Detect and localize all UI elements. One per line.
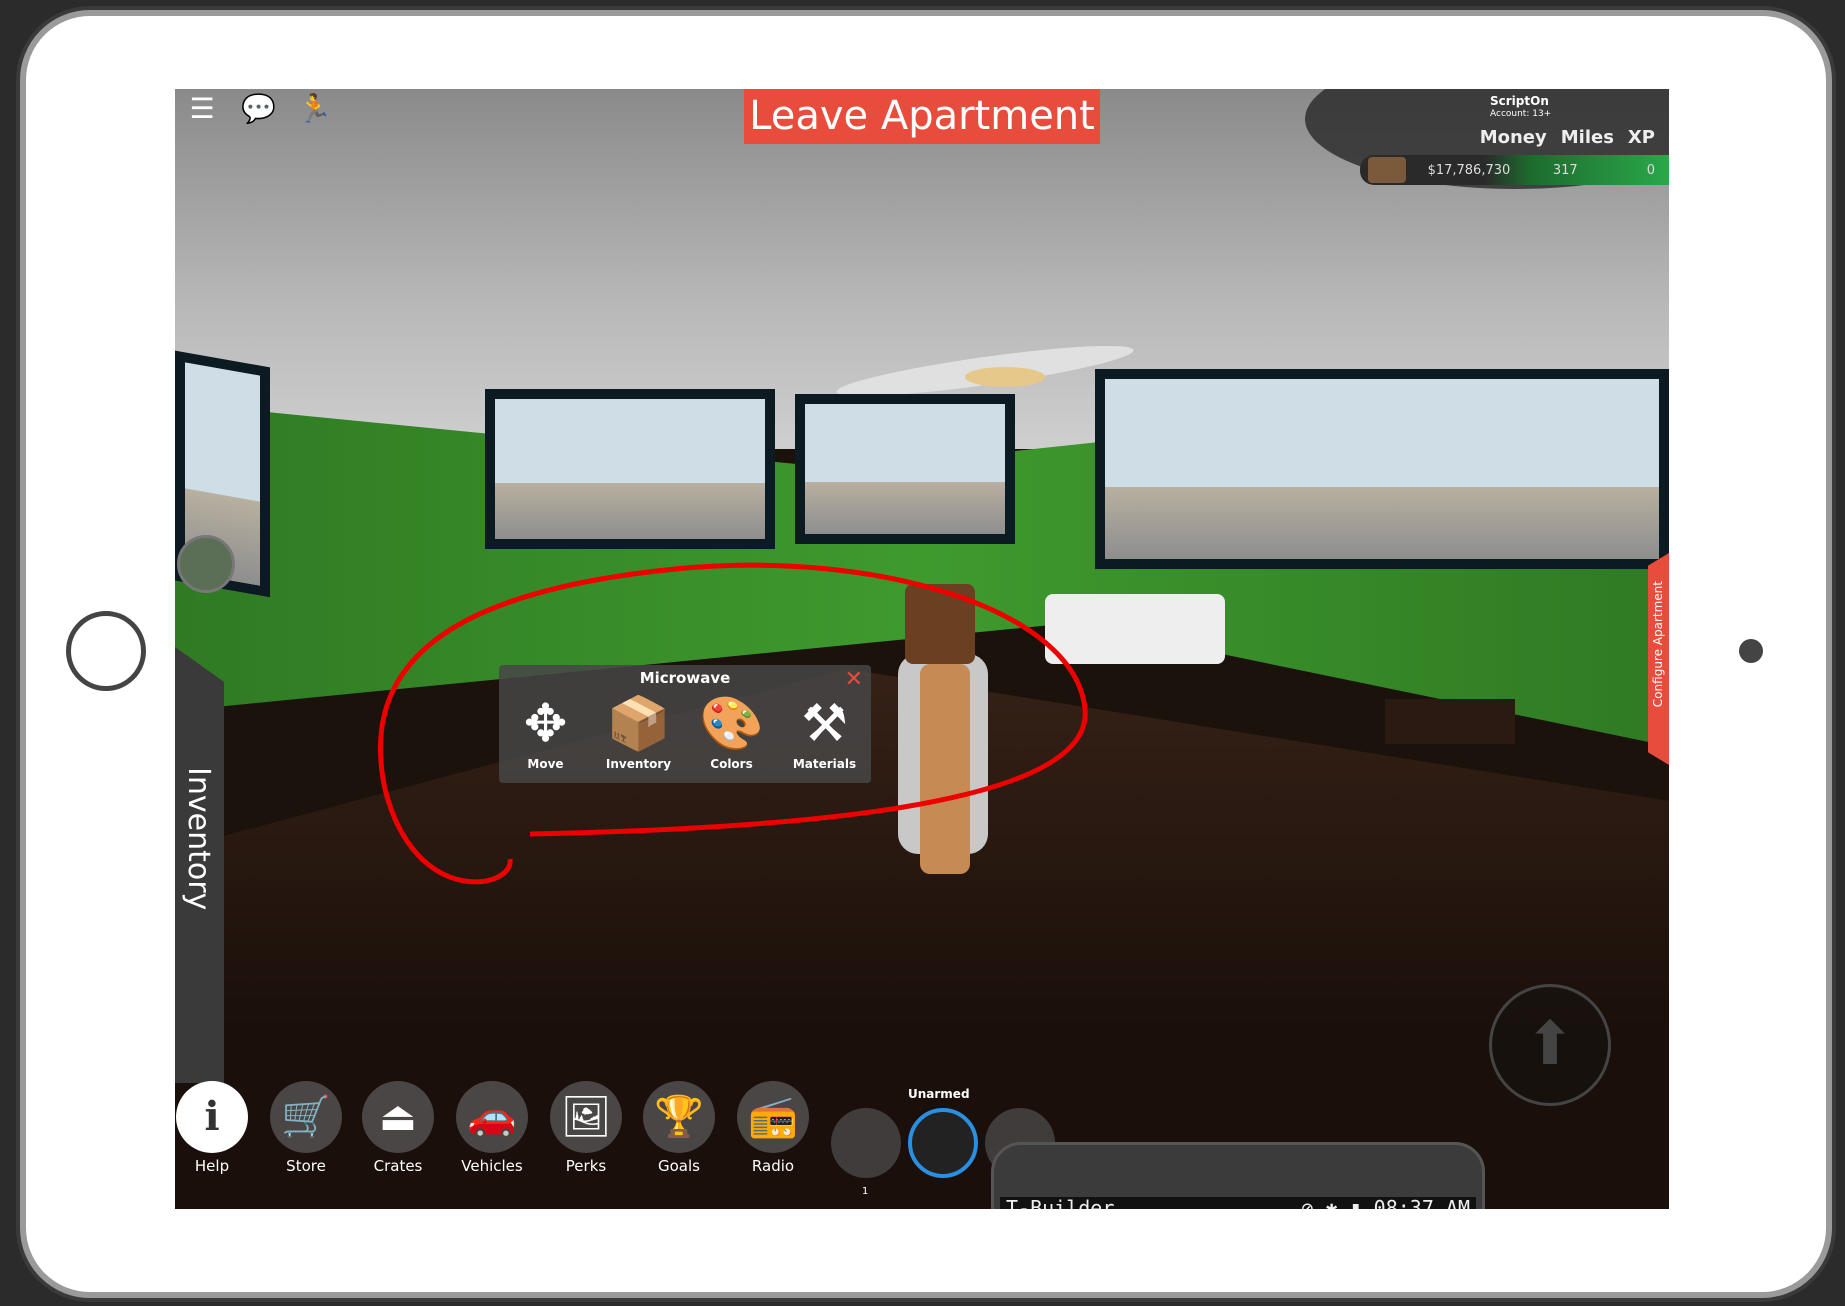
window bbox=[485, 389, 775, 549]
camera-dot bbox=[1739, 639, 1763, 663]
window bbox=[795, 394, 1015, 544]
toolbar-label: Goals bbox=[658, 1157, 700, 1175]
hotbar-slot-1[interactable] bbox=[831, 1108, 901, 1178]
inventory-tab-label: Inventory bbox=[181, 767, 216, 911]
configure-apartment-tab[interactable]: Configure Apartment bbox=[1648, 553, 1669, 765]
xp-value: 0 bbox=[1646, 162, 1656, 178]
help-button[interactable]: ℹ Help bbox=[175, 1081, 257, 1175]
toolbar-label: Store bbox=[286, 1157, 326, 1175]
emote-icon[interactable]: 🏃 bbox=[297, 92, 332, 125]
tools-icon: ⚒ bbox=[801, 694, 848, 754]
clock-time: 08:37 AM bbox=[1373, 1196, 1470, 1209]
box-icon: 📦 bbox=[606, 694, 671, 754]
toolbar-label: Radio bbox=[751, 1157, 795, 1175]
radio-button[interactable]: 📻 Radio bbox=[728, 1081, 818, 1175]
tool-label: Materials bbox=[792, 757, 857, 771]
player-thumbnail bbox=[1368, 157, 1406, 183]
toolbar-label: Vehicles bbox=[461, 1157, 523, 1175]
trophy-icon: 🏆 bbox=[643, 1081, 715, 1153]
slot-number: 1 bbox=[862, 1186, 869, 1197]
vehicles-button[interactable]: 🚗 Vehicles bbox=[447, 1081, 537, 1175]
account-age: Account: 13+ bbox=[1490, 109, 1552, 119]
home-button[interactable] bbox=[66, 611, 146, 691]
account-info: ScriptOn Account: 13+ bbox=[1490, 95, 1551, 121]
panel-title: Microwave bbox=[639, 669, 731, 687]
stats-bar: $17,786,730 317 0 bbox=[1360, 155, 1669, 185]
window bbox=[1095, 369, 1669, 569]
materials-button[interactable]: ⚒ Materials bbox=[782, 691, 867, 771]
player-avatar bbox=[890, 584, 990, 879]
sofa[interactable] bbox=[1045, 594, 1225, 664]
toolbar-label: Crates bbox=[373, 1157, 423, 1175]
car-icon: 🚗 bbox=[456, 1081, 528, 1153]
store-button[interactable]: 🛒 Store bbox=[261, 1081, 351, 1175]
miles-header: Miles bbox=[1560, 127, 1614, 148]
carrier-name: T-Builder bbox=[1006, 1196, 1115, 1209]
menu-icon[interactable]: ☰ bbox=[185, 92, 219, 125]
miles-value: 317 bbox=[1552, 162, 1578, 178]
toolbar-label: Help bbox=[194, 1157, 230, 1175]
tool-label: Inventory bbox=[605, 757, 672, 771]
cart-icon: 🛒 bbox=[270, 1081, 342, 1153]
palette-icon: 🎨 bbox=[699, 694, 764, 754]
xp-header: XP bbox=[1627, 127, 1655, 148]
toolbar-label: Perks bbox=[565, 1157, 607, 1175]
tool-label: Move bbox=[527, 757, 564, 771]
inventory-tab[interactable]: Inventory bbox=[175, 647, 224, 1083]
money-header: Money bbox=[1479, 127, 1547, 148]
perks-button[interactable]: 🖼 Perks bbox=[541, 1081, 631, 1175]
account-name: ScriptOn bbox=[1490, 94, 1549, 108]
microwave-panel: Microwave ✕ ✥ Move 📦 Inventory 🎨 Colors ⚒ Ma… bbox=[499, 665, 871, 783]
close-icon[interactable]: ✕ bbox=[845, 667, 863, 692]
fan-light bbox=[965, 367, 1045, 387]
inventory-button[interactable]: 📦 Inventory bbox=[596, 691, 681, 771]
colors-button[interactable]: 🎨 Colors bbox=[689, 691, 774, 771]
money-value: $17,786,730 bbox=[1427, 162, 1511, 178]
configure-tab-label: Configure Apartment bbox=[1651, 581, 1665, 708]
move-icon: ✥ bbox=[523, 694, 568, 754]
unarmed-label: Unarmed bbox=[908, 1087, 970, 1101]
picture-icon: 🖼 bbox=[550, 1081, 622, 1153]
game-viewport[interactable]: ☰ 💬 🏃 Leave Apartment ScriptOn Account: 1… bbox=[175, 89, 1669, 1209]
minimap-bubble[interactable] bbox=[177, 535, 235, 593]
leave-apartment-button[interactable]: Leave Apartment bbox=[744, 89, 1100, 144]
move-button[interactable]: ✥ Move bbox=[503, 691, 588, 771]
goals-button[interactable]: 🏆 Goals bbox=[634, 1081, 724, 1175]
status-icons: ⊘ ✱ ▮ bbox=[1301, 1196, 1362, 1209]
tool-label: Colors bbox=[710, 757, 753, 771]
info-icon: ℹ bbox=[176, 1081, 248, 1153]
crate-icon: ⏏ bbox=[362, 1081, 434, 1153]
jump-button[interactable]: ⬆ bbox=[1489, 984, 1611, 1106]
unarmed-slot[interactable] bbox=[908, 1108, 978, 1178]
coffee-table[interactable] bbox=[1385, 699, 1515, 744]
chat-icon[interactable]: 💬 bbox=[241, 92, 276, 125]
radio-icon: 📻 bbox=[737, 1081, 809, 1153]
phone-status-panel: T-Builder ⊘ ✱ ▮ 08:37 AM bbox=[991, 1142, 1485, 1209]
crates-button[interactable]: ⏏ Crates bbox=[353, 1081, 443, 1175]
